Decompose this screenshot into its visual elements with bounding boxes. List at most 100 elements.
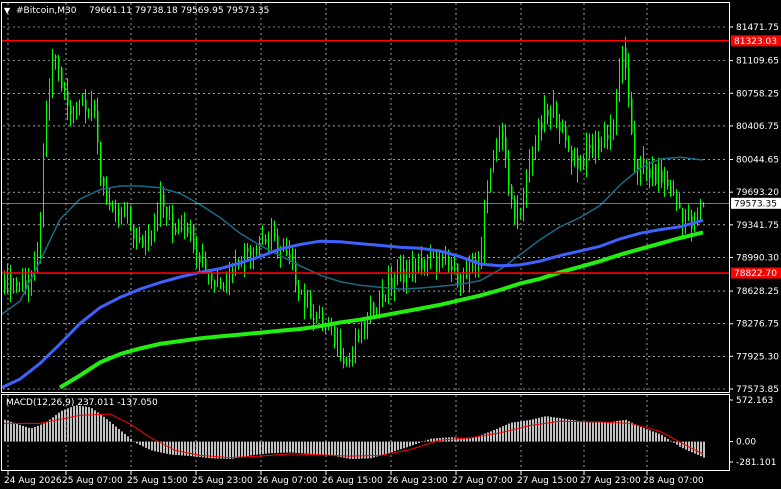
candle-body <box>382 293 384 299</box>
macd-bar <box>133 441 135 442</box>
macd-bar <box>46 421 48 442</box>
candle-body <box>349 359 351 362</box>
candle-body <box>634 133 636 161</box>
macd-bar <box>613 421 615 442</box>
time-tick-label: 26 Aug 23:00 <box>387 476 448 486</box>
candle-body <box>10 272 12 291</box>
symbol-timeframe: #Bitcoin,M30 <box>16 6 77 16</box>
candle-body <box>274 232 276 236</box>
candle-body <box>343 358 345 364</box>
macd-bar <box>295 441 297 453</box>
macd-bar <box>505 424 507 442</box>
macd-bar <box>25 426 27 442</box>
candle-body <box>211 273 213 281</box>
candle-body <box>25 280 27 288</box>
macd-bar <box>406 441 408 448</box>
candle-body <box>421 257 423 270</box>
candle-body <box>502 131 504 137</box>
macd-bar <box>289 441 291 453</box>
candle-body <box>592 148 594 152</box>
menu-arrow-icon[interactable]: ▼ <box>4 6 11 15</box>
macd-bar <box>31 428 33 442</box>
macd-histogram <box>4 405 705 459</box>
macd-bar <box>298 441 300 454</box>
candle-body <box>64 88 66 92</box>
macd-bar <box>127 436 129 442</box>
macd-bar <box>589 422 591 442</box>
macd-bar <box>616 421 618 442</box>
price-tick-label: 79693.20 <box>736 188 779 198</box>
macd-bar <box>115 426 117 442</box>
macd-bar <box>322 441 324 455</box>
candle-body <box>97 110 99 143</box>
macd-bar <box>490 431 492 442</box>
macd-bar <box>175 441 177 456</box>
candle-body <box>133 225 135 239</box>
macd-bar <box>235 441 237 459</box>
macd-bar <box>238 441 240 458</box>
macd-bar <box>19 424 21 442</box>
macd-bar <box>184 441 186 456</box>
candle-body <box>130 206 132 226</box>
candle-body <box>247 248 249 252</box>
macd-bar <box>259 441 261 455</box>
macd-bar <box>283 441 285 453</box>
macd-bar <box>172 441 174 455</box>
macd-bar <box>415 441 417 445</box>
macd-bar <box>508 423 510 442</box>
macd-bar <box>523 420 525 442</box>
candle-body <box>466 274 468 278</box>
macd-bar <box>313 441 315 455</box>
macd-bar <box>427 439 429 442</box>
macd-bar <box>139 441 141 445</box>
macd-bar <box>187 441 189 456</box>
macd-bar <box>379 441 381 456</box>
macd-bar <box>604 422 606 442</box>
price-tick-label: 81109.65 <box>736 57 779 67</box>
macd-bar <box>157 441 159 452</box>
macd-bar <box>664 436 666 442</box>
macd-bar <box>667 438 669 442</box>
candle-body <box>679 203 681 209</box>
macd-bar <box>631 422 633 442</box>
macd-bar <box>607 422 609 442</box>
macd-bar <box>592 422 594 442</box>
macd-bar <box>553 417 555 442</box>
chart-canvas[interactable]: 81323.03 78822.70 ▼ #Bitcoin,M30 79661.11… <box>0 0 781 489</box>
candle-body <box>598 139 600 150</box>
macd-bar <box>55 414 57 442</box>
macd-bar <box>271 441 273 454</box>
macd-bar <box>166 441 168 454</box>
macd-bar <box>280 441 282 453</box>
price-tick-label: 78628.25 <box>736 287 779 297</box>
candle-body <box>571 150 573 162</box>
support-line-label: 78822.70 <box>734 269 777 279</box>
candle-body <box>187 226 189 233</box>
candle-body <box>172 214 174 230</box>
candle-body <box>649 168 651 178</box>
macd-bar <box>655 432 657 442</box>
macd-bar <box>61 410 63 442</box>
macd-bar <box>409 441 411 447</box>
candle-body <box>676 192 678 204</box>
candle-body <box>199 255 201 263</box>
candle-body <box>223 286 225 288</box>
macd-bar <box>256 441 258 455</box>
current-price-label: 79573.35 <box>734 199 777 209</box>
time-tick-label: 25 Aug 07:00 <box>62 476 123 486</box>
candle-body <box>334 326 336 345</box>
macd-bar <box>244 441 246 457</box>
time-tick-label: 27 Aug 23:00 <box>580 476 641 486</box>
candle-body <box>250 251 252 256</box>
candle-body <box>508 158 510 186</box>
price-tick-label: 81471.75 <box>736 23 779 33</box>
macd-tick-label: 572.163 <box>736 396 773 406</box>
candle-body <box>511 185 513 200</box>
chart-window[interactable]: 81323.03 78822.70 ▼ #Bitcoin,M30 79661.11… <box>0 0 781 489</box>
macd-bar <box>550 416 552 442</box>
macd-bar <box>220 441 222 459</box>
macd-bar <box>643 428 645 442</box>
candle-body <box>643 160 645 163</box>
macd-axis: 572.163 0.00 -281.101 <box>729 396 776 468</box>
macd-bar <box>472 437 474 442</box>
